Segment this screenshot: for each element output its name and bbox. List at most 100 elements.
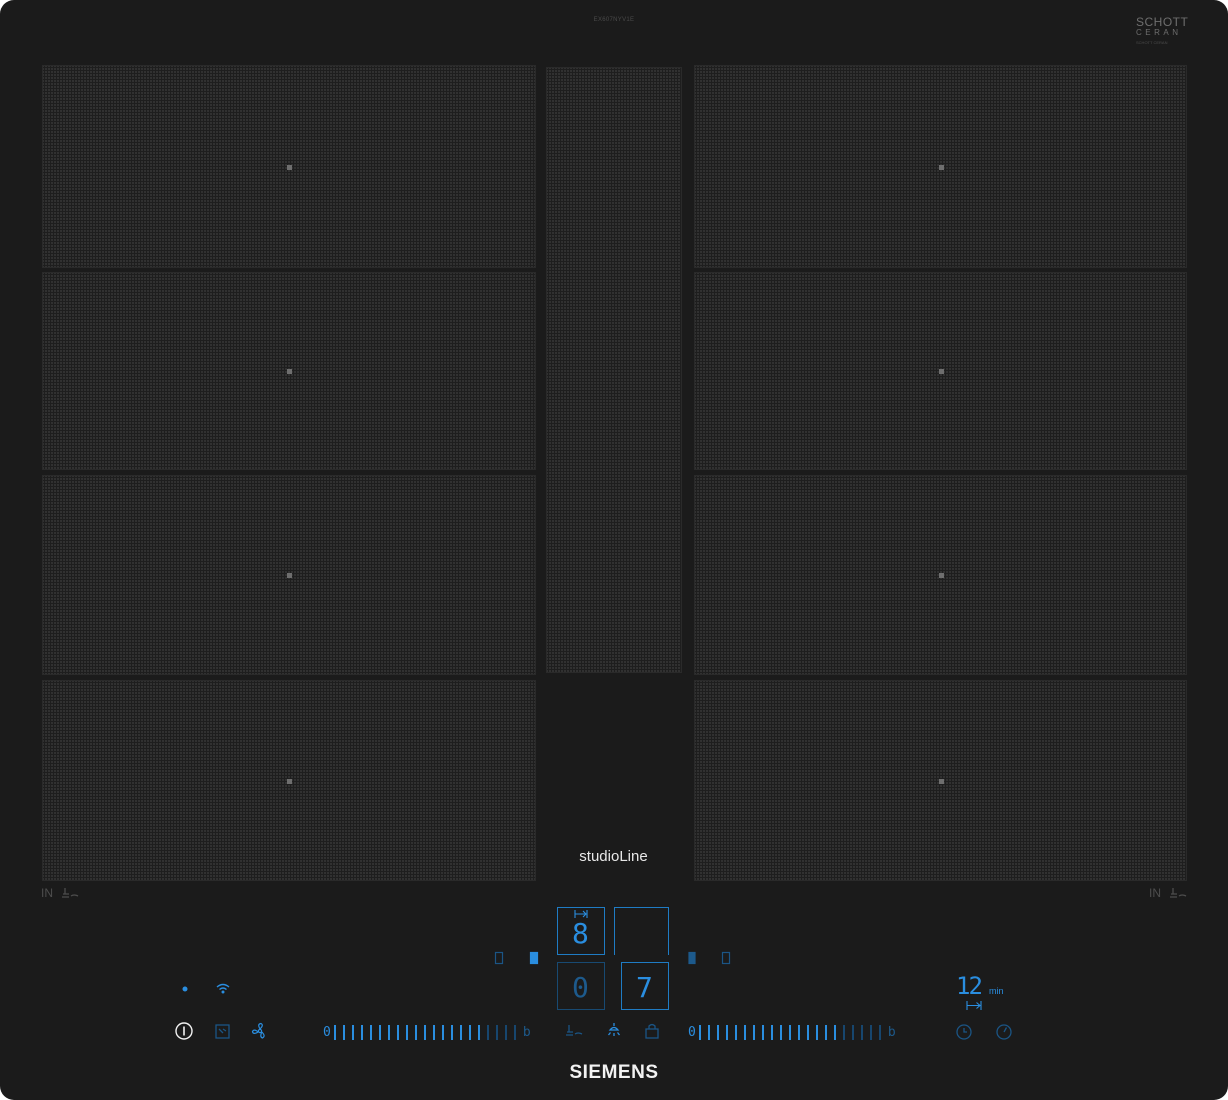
- induction-text: IN: [41, 886, 53, 900]
- slider-tick[interactable]: [734, 1024, 737, 1040]
- slider-tick[interactable]: [495, 1024, 498, 1040]
- cooking-sensor-icon[interactable]: [214, 1022, 232, 1040]
- hood-light-icon[interactable]: [605, 1022, 623, 1040]
- timer-stopwatch-icon[interactable]: [995, 1023, 1013, 1041]
- slider-tick[interactable]: [441, 1024, 444, 1040]
- slider-tick[interactable]: [842, 1024, 845, 1040]
- center-zone: [546, 67, 682, 673]
- slider-min-label: 0: [688, 1024, 696, 1040]
- zone-marker: [938, 164, 944, 170]
- studioline-label: studioLine: [579, 848, 648, 865]
- zone-marker: [287, 573, 292, 578]
- slider-tick[interactable]: [833, 1024, 836, 1040]
- display-bottom-right[interactable]: 7: [621, 962, 669, 1010]
- hood-fan-icon[interactable]: [251, 1022, 269, 1040]
- info-icon[interactable]: [174, 1021, 194, 1041]
- zone-selector-icon[interactable]: [721, 951, 731, 965]
- clock-icon[interactable]: [955, 1023, 973, 1041]
- cooking-zone-left-1[interactable]: [42, 65, 536, 268]
- logo-line-3: SCHOTT CERAN: [1136, 40, 1168, 45]
- slider-max-label: b: [887, 1024, 896, 1040]
- display-top-left[interactable]: 8: [557, 907, 605, 955]
- cooking-zone-left-4[interactable]: [42, 680, 536, 881]
- slider-tick[interactable]: [779, 1024, 782, 1040]
- zone-marker: [938, 573, 944, 578]
- slider-tick[interactable]: [860, 1024, 863, 1040]
- siemens-logo: SIEMENS: [569, 1062, 659, 1083]
- slider-tick[interactable]: [396, 1024, 399, 1040]
- slider-tick[interactable]: [797, 1024, 800, 1040]
- cooking-zone-left-2[interactable]: [42, 272, 536, 470]
- slider-tick[interactable]: [824, 1024, 827, 1040]
- cooking-zone-right-1[interactable]: [694, 65, 1187, 268]
- cooktop-surface: EX607NYV1E SCHOTT CERAN SCHOTT CERAN stu…: [0, 0, 1228, 1100]
- zone-marker: [287, 164, 292, 170]
- slider-tick[interactable]: [423, 1024, 426, 1040]
- slider-min-label: 0: [323, 1024, 331, 1040]
- slider-tick[interactable]: [707, 1024, 710, 1040]
- slider-tick[interactable]: [806, 1024, 809, 1040]
- cooking-zone-right-2[interactable]: [694, 272, 1187, 470]
- slider-tick[interactable]: [486, 1024, 489, 1040]
- zone-marker: [938, 778, 944, 784]
- slider-tick[interactable]: [770, 1024, 773, 1040]
- zone-marker: [287, 778, 292, 784]
- slider-tick[interactable]: [698, 1024, 701, 1040]
- slider-tick[interactable]: [788, 1024, 791, 1040]
- slider-tick[interactable]: [725, 1024, 728, 1040]
- slider-tick[interactable]: [360, 1024, 363, 1040]
- slider-tick[interactable]: [815, 1024, 818, 1040]
- slider-tick[interactable]: [878, 1024, 881, 1040]
- slider-tick[interactable]: [405, 1024, 408, 1040]
- timer-display: 12: [956, 972, 983, 1000]
- cooking-zone-right-3[interactable]: [694, 475, 1187, 675]
- slider-tick[interactable]: [450, 1024, 453, 1040]
- slider-tick[interactable]: [513, 1024, 516, 1040]
- slider-tick[interactable]: [378, 1024, 381, 1040]
- schott-ceran-logo: SCHOTT CERAN SCHOTT CERAN: [1136, 16, 1188, 48]
- zone-marker: [287, 369, 292, 374]
- zone-selector-active-icon[interactable]: [687, 951, 697, 965]
- induction-label-left: IN: [41, 886, 79, 900]
- power-slider-right[interactable]: 0 b: [688, 1022, 896, 1042]
- display-top-right[interactable]: [614, 907, 669, 955]
- display-bottom-left[interactable]: 0: [557, 962, 605, 1010]
- power-slider-left[interactable]: 0 b: [323, 1022, 531, 1042]
- slider-tick[interactable]: [477, 1024, 480, 1040]
- pan-sensor-icon: [62, 888, 79, 898]
- zone-marker: [938, 369, 944, 374]
- slider-max-label: b: [522, 1024, 531, 1040]
- slider-tick[interactable]: [414, 1024, 417, 1040]
- slider-tick[interactable]: [459, 1024, 462, 1040]
- zone-selector-active-icon[interactable]: [529, 951, 539, 965]
- slider-tick[interactable]: [387, 1024, 390, 1040]
- slider-tick[interactable]: [851, 1024, 854, 1040]
- slider-tick[interactable]: [504, 1024, 507, 1040]
- zone-selector-icon[interactable]: [494, 951, 504, 965]
- power-level-digit: 0: [572, 971, 589, 1004]
- timer-arrow-icon: [966, 1001, 982, 1010]
- slider-tick[interactable]: [468, 1024, 471, 1040]
- slider-tick[interactable]: [761, 1024, 764, 1040]
- pan-sensor-icon[interactable]: [565, 1024, 583, 1038]
- slider-tick[interactable]: [869, 1024, 872, 1040]
- slider-tick[interactable]: [752, 1024, 755, 1040]
- cooking-zone-left-3[interactable]: [42, 475, 536, 675]
- slider-tick[interactable]: [351, 1024, 354, 1040]
- wifi-icon[interactable]: [216, 983, 230, 995]
- induction-text: IN: [1149, 886, 1161, 900]
- slider-ticks: [698, 1024, 888, 1040]
- slider-tick[interactable]: [333, 1024, 336, 1040]
- status-dot-icon: [182, 986, 188, 992]
- slider-tick[interactable]: [369, 1024, 372, 1040]
- slider-tick[interactable]: [432, 1024, 435, 1040]
- slider-tick[interactable]: [743, 1024, 746, 1040]
- cooking-zone-right-4[interactable]: [694, 680, 1187, 881]
- slider-tick[interactable]: [716, 1024, 719, 1040]
- pan-sensor-icon: [1170, 888, 1187, 898]
- timer-unit: min: [989, 986, 1004, 996]
- lock-icon[interactable]: [644, 1022, 660, 1040]
- power-level-digit: 8: [572, 917, 589, 950]
- slider-tick[interactable]: [342, 1024, 345, 1040]
- logo-line-1: SCHOTT: [1136, 15, 1189, 29]
